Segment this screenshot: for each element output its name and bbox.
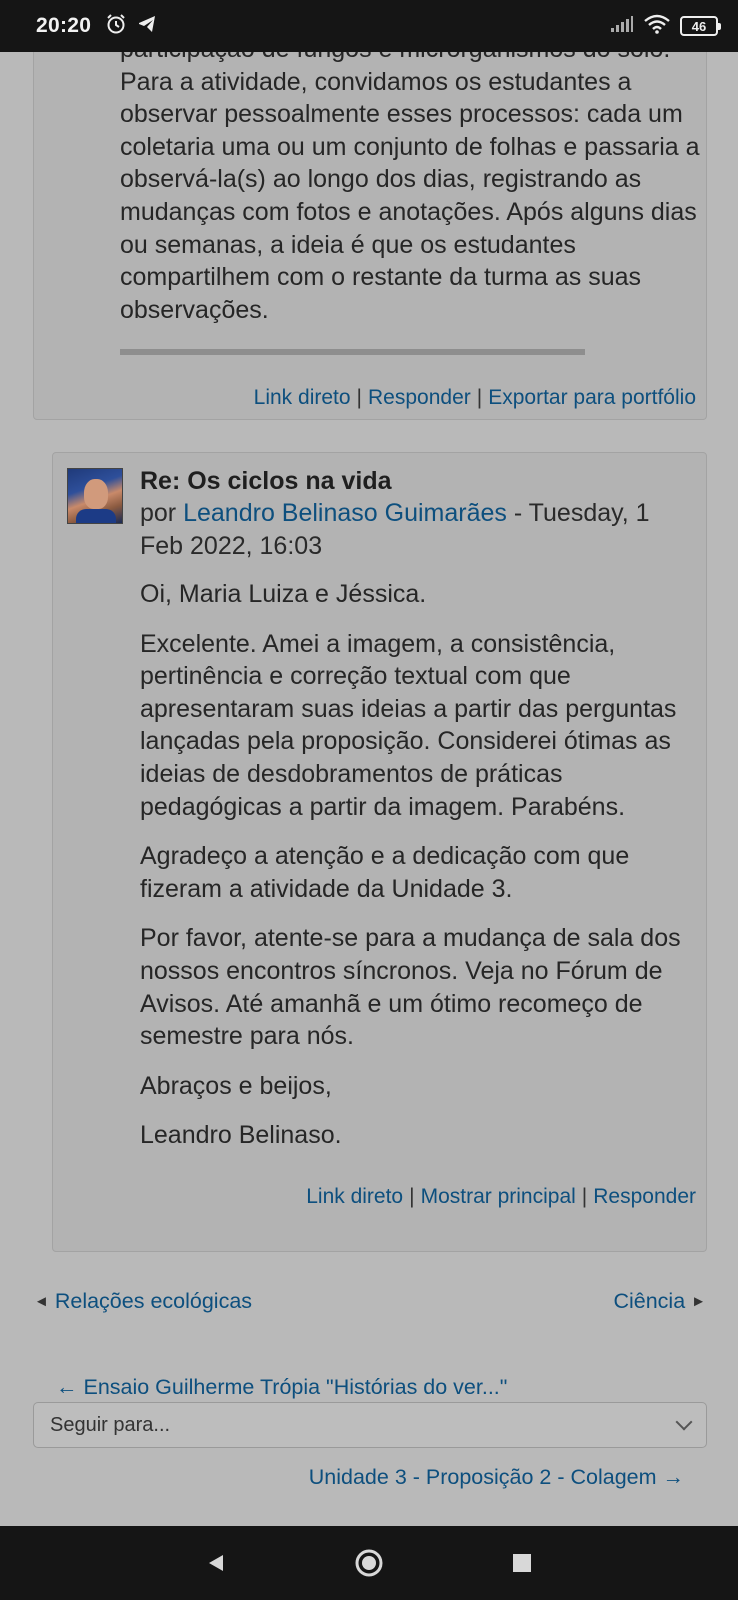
author-link[interactable]: Leandro Belinaso Guimarães	[183, 499, 507, 527]
page-content: participação de fungos e microrganismos …	[0, 52, 738, 1526]
status-bar: 20:20 46	[0, 0, 738, 52]
wifi-icon	[644, 14, 670, 39]
prev-discussion-label: Relações ecológicas	[54, 1289, 253, 1313]
permalink-link[interactable]: Link direto	[306, 1185, 403, 1208]
reply-link[interactable]: Responder	[593, 1185, 696, 1208]
post-subject: Re: Os ciclos na vida	[140, 467, 392, 495]
post-body: Oi, Maria Luiza e Jéssica. Excelente. Am…	[140, 578, 695, 1169]
post-divider	[120, 349, 585, 355]
right-triangle-icon: ►	[691, 1293, 706, 1310]
show-parent-link[interactable]: Mostrar principal	[421, 1185, 576, 1208]
recent-apps-icon[interactable]	[502, 1543, 542, 1583]
avatar[interactable]	[67, 468, 123, 524]
post-commands: Link direto | Responder | Exportar para port…	[253, 386, 696, 409]
back-icon[interactable]	[196, 1543, 236, 1583]
telegram-icon	[137, 14, 157, 39]
post-paragraph: Oi, Maria Luiza e Jéssica.	[140, 580, 427, 608]
permalink-link[interactable]: Link direto	[254, 386, 351, 409]
jump-to-placeholder: Seguir para...	[50, 1413, 171, 1436]
next-activity-link[interactable]: Unidade 3 - Proposição 2 - Colagem →	[309, 1465, 684, 1490]
system-navigation-bar	[0, 1526, 738, 1600]
jump-to-select[interactable]: Seguir para...	[33, 1402, 707, 1448]
avatar-face	[84, 479, 108, 509]
post-meta: por Leandro Belinaso Guimarães - Tuesday…	[140, 497, 695, 562]
post-paragraph: Agradeço a atenção e a dedicação com que…	[140, 842, 630, 903]
reply-link[interactable]: Responder	[368, 386, 471, 409]
battery-level: 46	[691, 18, 707, 34]
post-header: Re: Os ciclos na vida por Leandro Belina…	[140, 465, 695, 562]
next-discussion-label: Ciência	[613, 1289, 686, 1313]
home-icon[interactable]	[349, 1543, 389, 1583]
post-paragraph: Excelente. Amei a imagem, a consistência…	[140, 629, 677, 821]
chevron-down-icon	[675, 1413, 693, 1431]
forum-post-parent: participação de fungos e microrganismos …	[33, 52, 707, 420]
signal-icon	[610, 15, 634, 38]
alarm-icon	[105, 13, 127, 40]
by-label: por	[140, 499, 177, 527]
post-paragraph: Por favor, atente-se para a mudança de s…	[140, 924, 681, 1051]
battery-icon: 46	[680, 16, 721, 36]
next-discussion-link[interactable]: Ciência ►	[613, 1289, 706, 1314]
avatar-shirt	[76, 509, 116, 523]
prev-activity-link[interactable]: ← Ensaio Guilherme Trópia "Histórias do …	[56, 1375, 507, 1400]
forum-post-reply: Re: Os ciclos na vida por Leandro Belina…	[52, 452, 707, 1252]
post-commands: Link direto | Mostrar principal | Responder	[306, 1185, 696, 1208]
post-body: participação de fungos e microrganismos …	[120, 52, 700, 324]
left-triangle-icon: ◄	[34, 1293, 49, 1310]
post-paragraph: Abraços e beijos,	[140, 1071, 332, 1100]
prev-discussion-link[interactable]: ◄ Relações ecológicas	[34, 1289, 252, 1314]
post-paragraph: Leandro Belinaso.	[140, 1121, 342, 1150]
status-time: 20:20	[36, 14, 92, 37]
export-portfolio-link[interactable]: Exportar para portfólio	[488, 386, 696, 409]
